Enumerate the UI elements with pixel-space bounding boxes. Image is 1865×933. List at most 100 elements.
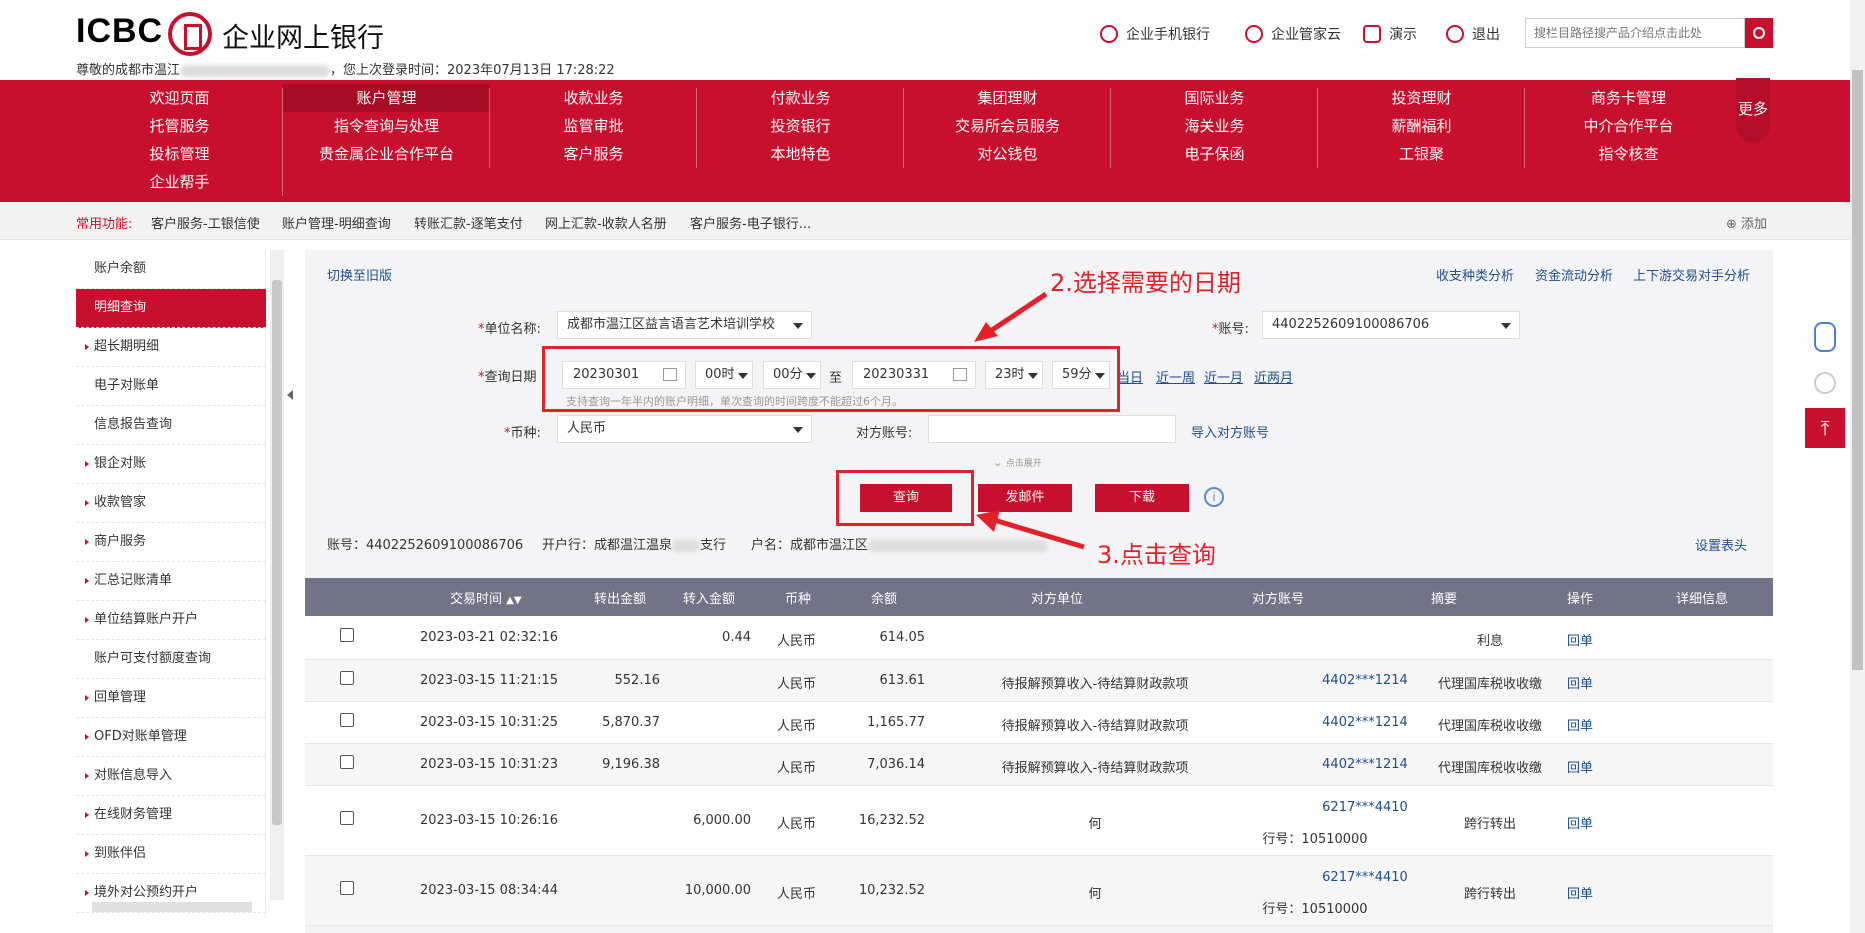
nav-item[interactable]: 指令核查	[1525, 140, 1732, 168]
receipt-link[interactable]: 回单	[1567, 757, 1593, 776]
quick-item[interactable]: 客户服务-工银信使	[151, 213, 260, 232]
quick-date-month[interactable]: 近一月	[1204, 367, 1243, 386]
counterparty-analysis-link[interactable]: 上下游交易对手分析	[1633, 265, 1750, 284]
row-checkbox[interactable]	[340, 628, 354, 642]
sidebar-item[interactable]: 单位结算账户开户	[76, 601, 266, 640]
currency-select[interactable]: 人民币	[557, 415, 812, 443]
logout-link[interactable]: 退出	[1446, 24, 1500, 44]
sidebar-item[interactable]: 账户余额	[76, 250, 266, 289]
set-table-header-link[interactable]: 设置表头	[1695, 535, 1747, 554]
receipt-link[interactable]: 回单	[1567, 715, 1593, 734]
table-row: 2023-03-15 10:31:25 5,870.37 人民币 1,165.77 待报…	[305, 702, 1773, 744]
import-counter-account-link[interactable]: 导入对方账号	[1191, 422, 1269, 441]
unit-select[interactable]: 成都市温江区益言语言艺术培训学校	[557, 311, 812, 339]
quick-item[interactable]: 客户服务-电子银行...	[690, 213, 811, 232]
sidebar-item[interactable]: 电子对账单	[76, 367, 266, 406]
sidebar-item[interactable]: 信息报告查询	[76, 406, 266, 445]
cell-time: 2023-03-21 02:32:16	[420, 630, 559, 645]
nav-item[interactable]: 企业帮手	[76, 168, 283, 196]
quick-item[interactable]: 网上汇款-收款人名册	[545, 213, 667, 232]
nav-item[interactable]: 账户管理	[283, 84, 490, 112]
expand-toggle[interactable]: ⌄ 点击展开	[993, 456, 1042, 469]
sidebar-horizontal-scrollbar[interactable]	[92, 902, 252, 912]
sidebar-item[interactable]: 收款管家	[76, 484, 266, 523]
quick-item[interactable]: 账户管理-明细查询	[282, 213, 391, 232]
table-row: 2023-03-15 10:26:16 6,000.00 人民币 16,232.52 何…	[305, 786, 1773, 856]
info-icon[interactable]: i	[1204, 487, 1224, 507]
nav-item[interactable]: 工银聚	[1318, 140, 1525, 168]
fund-flow-analysis-link[interactable]: 资金流动分析	[1535, 265, 1613, 284]
nav-item[interactable]: 集团理财	[904, 84, 1111, 112]
page-scroll-thumb[interactable]	[1852, 70, 1863, 670]
search-input[interactable]	[1525, 18, 1745, 48]
add-quick-function[interactable]: ⊕ 添加	[1726, 213, 1767, 232]
receipt-link[interactable]: 回单	[1567, 630, 1593, 649]
account-select[interactable]: 4402252609100086706	[1262, 311, 1520, 339]
nav-item[interactable]: 薪酬福利	[1318, 112, 1525, 140]
sidebar-item[interactable]: 超长期明细	[76, 328, 266, 367]
sidebar-item[interactable]: 商户服务	[76, 523, 266, 562]
sidebar-item[interactable]: 在线财务管理	[76, 796, 266, 835]
collapse-sidebar-icon[interactable]	[287, 390, 293, 400]
demo-link[interactable]: 演示	[1363, 24, 1417, 44]
nav-item[interactable]: 电子保函	[1111, 140, 1318, 168]
row-checkbox[interactable]	[340, 755, 354, 769]
download-button[interactable]: 下载	[1095, 484, 1189, 512]
col-details: 详细信息	[1676, 592, 1729, 607]
housekeeper-cloud-link[interactable]: 企业管家云	[1245, 24, 1341, 44]
income-expense-analysis-link[interactable]: 收支种类分析	[1436, 265, 1514, 284]
nav-divider	[1317, 88, 1318, 168]
receipt-link[interactable]: 回单	[1567, 813, 1593, 832]
sort-icon[interactable]: ▲▼	[506, 595, 521, 606]
sidebar-item[interactable]: 到账伴侣	[76, 835, 266, 874]
nav-item[interactable]: 指令查询与处理	[283, 112, 490, 140]
sidebar-item[interactable]: 明细查询	[76, 289, 266, 328]
nav-item[interactable]: 中介合作平台	[1525, 112, 1732, 140]
search-button[interactable]	[1745, 18, 1773, 48]
nav-item[interactable]: 交易所会员服务	[904, 112, 1111, 140]
row-checkbox[interactable]	[340, 881, 354, 895]
switch-old-version-link[interactable]: 切换至旧版	[327, 265, 392, 284]
sidebar-item[interactable]: 银企对账	[76, 445, 266, 484]
col-time[interactable]: 交易时间 ▲▼	[450, 588, 522, 607]
quick-date-two-months[interactable]: 近两月	[1254, 367, 1293, 386]
nav-item[interactable]: 本地特色	[697, 140, 904, 168]
nav-item[interactable]: 商务卡管理	[1525, 84, 1732, 112]
icbc-logo-icon	[168, 12, 212, 56]
lightbulb-icon[interactable]	[1814, 372, 1836, 394]
nav-item[interactable]: 贵金属企业合作平台	[283, 140, 490, 168]
robot-assistant-icon[interactable]	[1814, 322, 1836, 352]
row-checkbox[interactable]	[340, 713, 354, 727]
nav-item[interactable]: 对公钱包	[904, 140, 1111, 168]
quick-date-today[interactable]: 当日	[1117, 367, 1143, 386]
quick-item[interactable]: 转账汇款-逐笔支付	[414, 213, 523, 232]
nav-item[interactable]: 投标管理	[76, 140, 283, 168]
nav-item[interactable]: 投资银行	[697, 112, 904, 140]
nav-item[interactable]: 收款业务	[490, 84, 697, 112]
nav-item[interactable]: 投资理财	[1318, 84, 1525, 112]
more-menu-button[interactable]: 更多	[1736, 78, 1770, 142]
sidebar-item[interactable]: 对账信息导入	[76, 757, 266, 796]
sidebar-scroll-thumb[interactable]	[272, 280, 282, 825]
receipt-link[interactable]: 回单	[1567, 883, 1593, 902]
nav-item[interactable]: 监管审批	[490, 112, 697, 140]
sidebar-item[interactable]: 回单管理	[76, 679, 266, 718]
sidebar-item[interactable]: 汇总记账清单	[76, 562, 266, 601]
nav-item[interactable]: 国际业务	[1111, 84, 1318, 112]
col-out: 转出金额	[594, 592, 647, 607]
quick-date-week[interactable]: 近一周	[1156, 367, 1195, 386]
sidebar-item[interactable]: 账户可支付额度查询	[76, 640, 266, 679]
row-checkbox[interactable]	[340, 811, 354, 825]
mobile-bank-link[interactable]: 企业手机银行	[1100, 24, 1210, 44]
receipt-link[interactable]: 回单	[1567, 673, 1593, 692]
nav-item[interactable]: 付款业务	[697, 84, 904, 112]
nav-item[interactable]: 欢迎页面	[76, 84, 283, 112]
nav-item[interactable]: 海关业务	[1111, 112, 1318, 140]
chevron-down-icon	[793, 323, 803, 329]
back-to-top-button[interactable]: ⤒	[1805, 408, 1845, 448]
sidebar-item[interactable]: OFD对账单管理	[76, 718, 266, 757]
nav-item[interactable]: 客户服务	[490, 140, 697, 168]
nav-item[interactable]: 托管服务	[76, 112, 283, 140]
counter-account-input[interactable]	[928, 415, 1176, 443]
row-checkbox[interactable]	[340, 671, 354, 685]
